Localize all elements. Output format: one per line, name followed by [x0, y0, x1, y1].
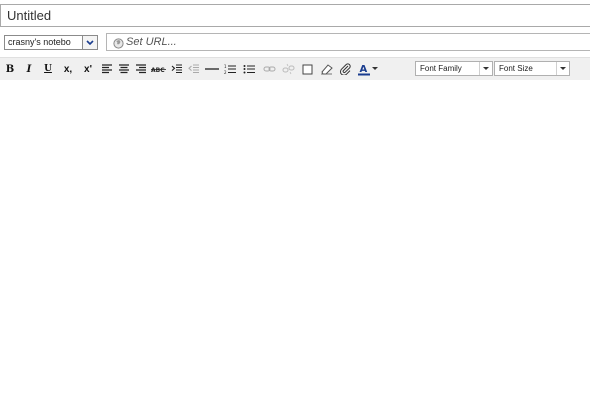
align-center-icon[interactable]: [117, 61, 131, 77]
notebook-select[interactable]: crasny's notebo: [4, 35, 98, 50]
url-input[interactable]: Set URL...: [106, 33, 590, 51]
ordered-list-icon[interactable]: 1 2: [223, 61, 237, 77]
notebook-select-value: crasny's notebo: [8, 37, 71, 47]
strikethrough-icon[interactable]: ABC: [151, 61, 167, 77]
align-right-icon[interactable]: [134, 61, 148, 77]
checkbox-icon[interactable]: [300, 61, 314, 77]
link-icon[interactable]: [262, 61, 276, 77]
svg-text:2: 2: [224, 70, 227, 75]
svg-text:A: A: [360, 64, 368, 75]
font-family-label: Font Family: [420, 64, 462, 73]
bold-button[interactable]: B: [5, 61, 15, 77]
svg-text:1: 1: [224, 64, 227, 69]
italic-button[interactable]: I: [24, 61, 34, 77]
note-title-text[interactable]: Untitled: [7, 8, 51, 23]
globe-icon: [113, 36, 124, 54]
indent-icon[interactable]: [170, 61, 184, 77]
chevron-down-icon[interactable]: [479, 62, 492, 75]
font-family-select[interactable]: Font Family: [415, 61, 493, 76]
chevron-down-icon[interactable]: [82, 36, 97, 49]
align-left-icon[interactable]: [100, 61, 114, 77]
subscript-button[interactable]: x,: [61, 61, 75, 77]
attachment-icon[interactable]: [338, 61, 352, 77]
superscript-button[interactable]: x': [81, 61, 95, 77]
font-size-select[interactable]: Font Size: [494, 61, 570, 76]
note-meta-row: crasny's notebo Set URL...: [0, 33, 590, 53]
formatting-toolbar: B I U x, x' ABC 1 2 A Font Family Font S…: [0, 57, 590, 81]
url-placeholder: Set URL...: [126, 36, 177, 48]
eraser-icon[interactable]: [319, 61, 333, 77]
horizontal-rule-icon[interactable]: [204, 61, 220, 77]
svg-text:ABC: ABC: [151, 67, 165, 74]
unlink-icon[interactable]: [281, 61, 295, 77]
outdent-icon[interactable]: [187, 61, 201, 77]
font-color-icon[interactable]: A: [357, 61, 371, 77]
underline-button[interactable]: U: [43, 61, 53, 77]
note-editor-body[interactable]: [0, 80, 590, 413]
unordered-list-icon[interactable]: [242, 61, 256, 77]
font-size-label: Font Size: [499, 64, 533, 73]
chevron-down-icon[interactable]: [556, 62, 569, 75]
note-title-field[interactable]: Untitled: [0, 4, 590, 27]
font-color-dropdown-icon[interactable]: [371, 61, 379, 77]
